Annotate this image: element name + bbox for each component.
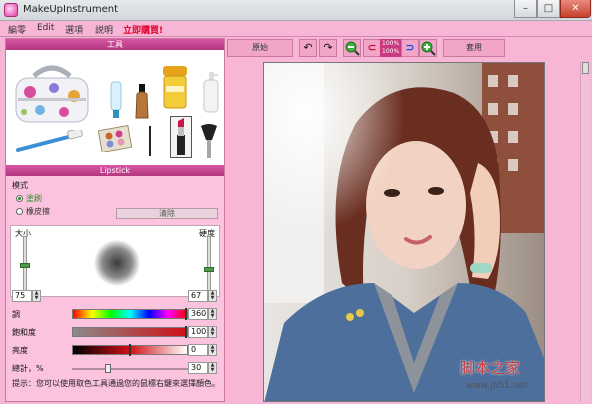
tip-text: 提示：您可以使用取色工具通過您的鼠標右鍵來選擇顏色。 [12, 379, 220, 388]
maximize-button[interactable]: □ [537, 0, 560, 18]
saturation-slider-thumb[interactable] [185, 326, 187, 338]
mode-eraser-option[interactable]: 橡皮擦 [16, 206, 50, 217]
eyeshadow-palette-icon[interactable] [98, 124, 132, 152]
cream-jar-icon[interactable] [162, 66, 188, 110]
size-input[interactable]: 75 [12, 290, 32, 302]
size-spin-arrows[interactable]: ▲ ▼ [32, 290, 41, 302]
hue-label: 調 [12, 310, 20, 319]
zoom-in-icon[interactable] [419, 39, 437, 57]
close-button[interactable]: ✕ [560, 0, 591, 18]
fit-left-icon[interactable]: ⊂ [363, 39, 381, 57]
tools-area [6, 50, 224, 165]
mode-brush-label: 塗刷 [26, 194, 42, 203]
saturation-spin-arrows[interactable]: ▲ ▼ [208, 326, 217, 338]
hardness-input[interactable]: 67 [188, 290, 208, 302]
photo-canvas[interactable] [263, 62, 545, 402]
cream-tube-icon[interactable] [108, 80, 124, 120]
vertical-scrollbar[interactable] [580, 62, 590, 402]
scrollbar-thumb[interactable] [582, 62, 589, 74]
hue-spin-arrows[interactable]: ▲ ▼ [208, 308, 217, 320]
hue-input[interactable]: 360 [188, 308, 208, 320]
redo-icon[interactable]: ↷ [319, 39, 337, 57]
radio-unselected-icon [16, 208, 23, 215]
lipstick-tool-selected[interactable] [170, 116, 192, 158]
total-slider-thumb[interactable] [105, 364, 111, 373]
hardness-spin-arrows[interactable]: ▲ ▼ [208, 290, 217, 302]
menu-buy-now[interactable]: 立即購買! [123, 23, 163, 36]
menu-file[interactable]: 編零 [8, 23, 26, 36]
brightness-input[interactable]: 0 [188, 344, 208, 356]
zoom-level-bottom: 100% [382, 48, 400, 55]
total-input[interactable]: 30 [188, 362, 208, 374]
hue-slider[interactable] [72, 308, 188, 320]
window-title: MakeUpInstrument [23, 4, 119, 15]
hue-slider-thumb[interactable] [185, 308, 187, 320]
left-panel: 工具 Lipstick 模式 塗刷 橡皮擦 清除 大小 硬度 75 ▲ ▼ 67… [5, 38, 225, 402]
toolbar: 原始 ↶ ↷ ⊂ 100% 100% ⊃ 套用 [227, 39, 577, 59]
original-button[interactable]: 原始 [227, 39, 293, 57]
tools-header: 工具 [6, 39, 224, 50]
brightness-slider-thumb[interactable] [129, 344, 131, 356]
minimize-button[interactable]: – [514, 0, 537, 18]
mode-eraser-label: 橡皮擦 [26, 207, 50, 216]
brush-preview: 大小 硬度 [10, 225, 220, 297]
fit-right-icon[interactable]: ⊃ [401, 39, 419, 57]
watermark-url: www.jb51.net [466, 381, 528, 391]
hardness-slider[interactable] [204, 236, 214, 292]
toothbrush-icon[interactable] [14, 130, 86, 154]
cosmetic-bag-icon[interactable] [12, 62, 92, 126]
brightness-spin-arrows[interactable]: ▲ ▼ [208, 344, 217, 356]
hardness-slider-thumb[interactable] [204, 267, 214, 272]
brightness-slider[interactable] [72, 344, 188, 356]
brush-shape-preview [94, 240, 140, 286]
eyeliner-icon[interactable] [146, 126, 154, 158]
brightness-label: 亮度 [12, 346, 28, 355]
title-bar: MakeUpInstrument – □ ✕ [0, 0, 592, 21]
apply-button[interactable]: 套用 [443, 39, 505, 57]
mode-brush-option[interactable]: 塗刷 [16, 193, 42, 204]
saturation-input[interactable]: 100 [188, 326, 208, 338]
undo-icon[interactable]: ↶ [299, 39, 317, 57]
zoom-level: 100% 100% [380, 39, 402, 57]
menu-help[interactable]: 説明 [95, 23, 113, 36]
saturation-slider[interactable] [72, 326, 188, 338]
portrait-photo [264, 63, 544, 401]
total-spin-arrows[interactable]: ▲ ▼ [208, 362, 217, 374]
size-slider[interactable] [20, 236, 30, 292]
zoom-level-top: 100% [382, 40, 400, 47]
clear-button[interactable]: 清除 [116, 208, 218, 219]
mode-label: 模式 [12, 181, 28, 190]
menu-edit[interactable]: Edit [37, 23, 54, 33]
zoom-out-icon[interactable] [343, 39, 361, 57]
size-slider-thumb[interactable] [20, 263, 30, 268]
total-slider[interactable] [72, 364, 188, 373]
lipstick-header: Lipstick [6, 165, 224, 176]
total-label: 總計，% [12, 364, 44, 373]
foundation-bottle-icon[interactable] [134, 84, 150, 120]
watermark-logo: 脚本之家 [460, 359, 521, 377]
lipstick-icon [177, 118, 185, 155]
menu-bar: 編零 Edit 選項 説明 立即購買! [0, 21, 592, 37]
menu-options[interactable]: 選項 [65, 23, 83, 36]
lotion-bottle-icon[interactable] [202, 72, 220, 114]
saturation-label: 飽和度 [12, 328, 36, 337]
radio-selected-icon [16, 195, 23, 202]
app-icon [4, 3, 18, 17]
makeup-brush-icon[interactable] [198, 124, 220, 160]
